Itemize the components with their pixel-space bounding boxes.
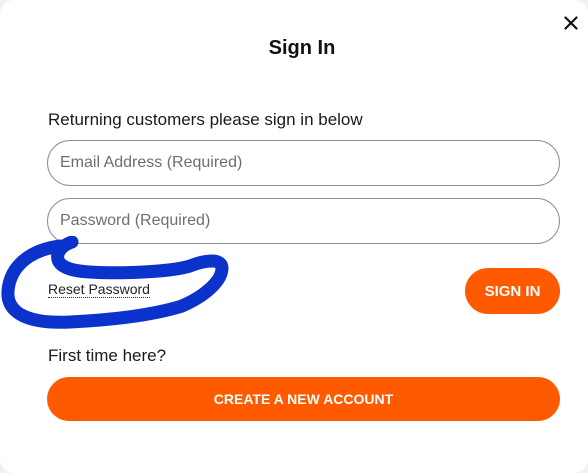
password-field[interactable]	[47, 198, 560, 244]
create-account-button[interactable]: CREATE A NEW ACCOUNT	[47, 377, 560, 421]
close-icon	[564, 15, 578, 35]
email-field[interactable]	[47, 140, 560, 186]
first-time-text: First time here?	[48, 346, 167, 365]
reset-password-link[interactable]: Reset Password	[48, 281, 150, 298]
dialog-title: Sign In	[268, 37, 336, 59]
sign-in-button[interactable]: SIGN IN	[465, 268, 560, 314]
returning-customers-text: Returning customers please sign in below	[48, 110, 363, 129]
close-button[interactable]	[558, 12, 584, 38]
sign-in-dialog: Sign In Returning customers please sign …	[0, 0, 588, 473]
